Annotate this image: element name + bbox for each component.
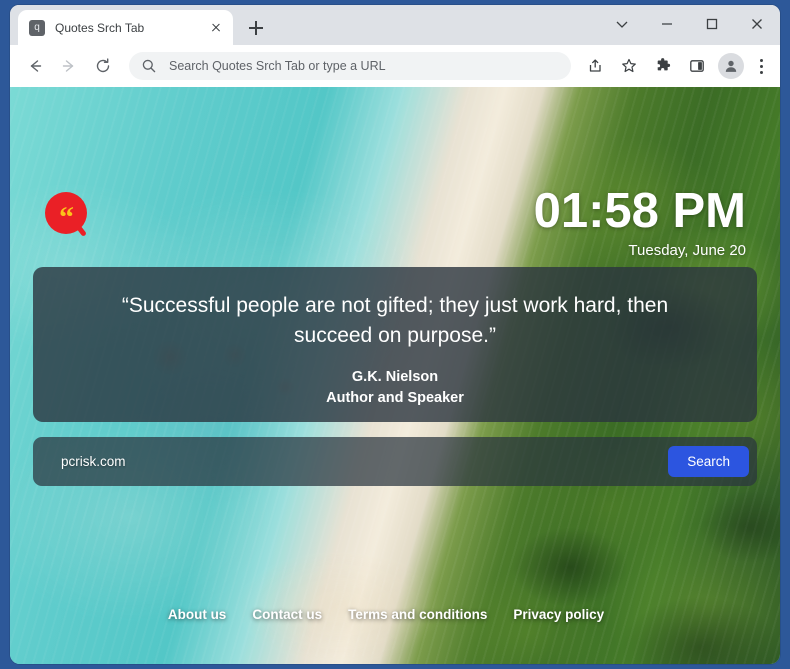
quote-panel: “Successful people are not gifted; they …	[33, 267, 757, 422]
footer-link-about-us[interactable]: About us	[168, 607, 227, 622]
footer-links: About us Contact us Terms and conditions…	[10, 607, 780, 622]
menu-dot	[759, 59, 763, 63]
desktop-background: q Quotes Srch Tab Search Quotes Srch Tab…	[0, 0, 790, 669]
browser-toolbar: Search Quotes Srch Tab or type a URL	[10, 45, 780, 87]
quotes-srch-tab-logo: “	[45, 192, 89, 244]
three-dot-menu-icon[interactable]	[750, 52, 772, 80]
quote-text: “Successful people are not gifted; they …	[121, 294, 669, 348]
puzzle-piece-icon[interactable]	[649, 52, 677, 80]
back-arrow-icon[interactable]	[21, 52, 49, 80]
close-icon[interactable]	[207, 19, 225, 37]
quote-author: G.K. Nielson	[351, 368, 439, 385]
footer-link-contact-us[interactable]: Contact us	[252, 607, 322, 622]
search-bar: Search	[33, 437, 757, 486]
browser-window: q Quotes Srch Tab Search Quotes Srch Tab…	[10, 5, 780, 664]
omnibox[interactable]: Search Quotes Srch Tab or type a URL	[129, 52, 571, 80]
reload-icon[interactable]	[89, 52, 117, 80]
forward-arrow-icon	[55, 52, 83, 80]
star-icon[interactable]	[615, 52, 643, 80]
clock-time: 01:58 PM	[533, 184, 746, 238]
menu-dot	[759, 70, 763, 74]
close-icon[interactable]	[735, 5, 780, 41]
tab-strip: q Quotes Srch Tab	[10, 5, 780, 45]
new-tab-page: “ 01:58 PM Tuesday, June 20 “Successful …	[10, 87, 780, 664]
maximize-icon[interactable]	[690, 5, 735, 41]
footer-link-terms-and-conditions[interactable]: Terms and conditions	[348, 607, 487, 622]
browser-tab[interactable]: q Quotes Srch Tab	[18, 10, 233, 45]
side-panel-icon[interactable]	[683, 52, 711, 80]
quote-mark-icon: “	[59, 201, 74, 234]
menu-dot	[759, 64, 763, 68]
quote-author-role: Author and Speaker	[326, 389, 464, 406]
quotes-srch-tab-favicon: q	[29, 19, 45, 36]
search-button[interactable]: Search	[668, 446, 749, 477]
share-icon[interactable]	[581, 52, 609, 80]
clock-widget: 01:58 PM Tuesday, June 20	[533, 184, 746, 260]
tab-title: Quotes Srch Tab	[55, 20, 145, 35]
search-icon	[141, 58, 157, 74]
search-input[interactable]	[61, 454, 669, 469]
clock-date: Tuesday, June 20	[628, 242, 746, 259]
chevron-down-icon[interactable]	[600, 5, 645, 41]
footer-link-privacy-policy[interactable]: Privacy policy	[513, 607, 604, 622]
omnibox-placeholder: Search Quotes Srch Tab or type a URL	[169, 59, 386, 73]
person-avatar-icon[interactable]	[718, 53, 744, 79]
minimize-icon[interactable]	[645, 5, 690, 41]
logo-circle: “	[45, 192, 87, 234]
plus-icon[interactable]	[243, 15, 269, 41]
